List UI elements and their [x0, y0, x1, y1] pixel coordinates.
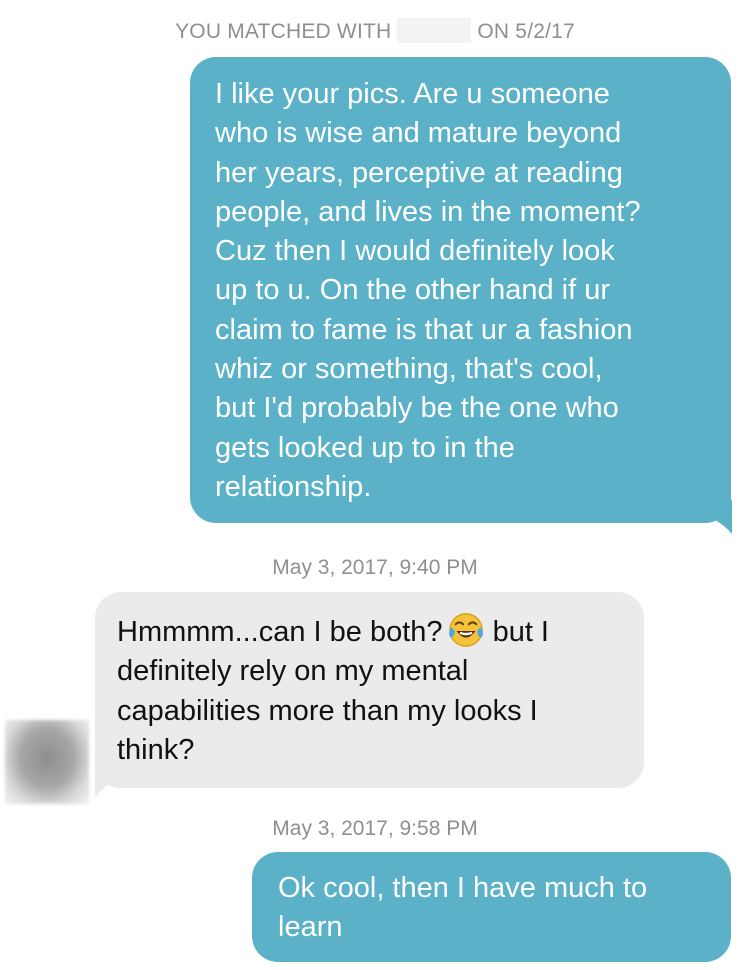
- message-text-line: up to u. On the other hand if ur: [215, 274, 610, 307]
- message-text-segment: Hmmmm...can I be both?: [117, 616, 443, 648]
- message-timestamp: May 3, 2017, 9:58 PM: [272, 817, 478, 840]
- message-text-line: Ok cool, then I have much to: [278, 872, 648, 904]
- outgoing-message-bubble[interactable]: Ok cool, then I have much to learn: [252, 852, 731, 962]
- face-with-tears-of-joy-icon: [448, 613, 483, 647]
- message-text-line: capabilities more than my looks I: [117, 694, 538, 727]
- message-text-line: who is wise and mature beyond: [215, 117, 622, 150]
- message-text-line: but I'd probably be the one who: [215, 392, 619, 425]
- outgoing-message-bubble[interactable]: I like your pics. Are u someone who is w…: [190, 57, 731, 523]
- redacted-match-name: [397, 18, 472, 43]
- match-header-suffix: ON 5/2/17: [477, 20, 575, 43]
- message-text-line: learn: [278, 911, 343, 944]
- message-text-line: Hmmmm...can I be both? but I: [117, 611, 624, 652]
- message-text-line: Cuz then I would definitely look: [215, 235, 615, 268]
- match-avatar[interactable]: [5, 720, 89, 804]
- match-header-prefix: YOU MATCHED WITH: [175, 20, 392, 43]
- message-text-segment: but I: [492, 616, 549, 648]
- message-text-line: relationship.: [215, 470, 372, 503]
- message-text-line: definitely rely on my mental: [117, 655, 469, 688]
- message-text-line: think?: [117, 733, 195, 766]
- message-timestamp: May 3, 2017, 9:40 PM: [272, 556, 478, 579]
- message-text-line: I like your pics. Are u someone: [215, 78, 610, 110]
- message-text-line: gets looked up to in the: [215, 431, 515, 464]
- match-header: YOU MATCHED WITH ON 5/2/17: [0, 18, 750, 44]
- incoming-bubble-tail: [95, 764, 117, 798]
- message-text-line: whiz or something, that's cool,: [215, 353, 603, 386]
- outgoing-bubble-tail: [706, 500, 732, 534]
- incoming-message-bubble[interactable]: Hmmmm...can I be both? but I definitely …: [95, 592, 644, 788]
- message-text-line: claim to fame is that ur a fashion: [215, 313, 633, 346]
- message-text-line: people, and lives in the moment?: [215, 195, 641, 228]
- message-text-line: her years, perceptive at reading: [215, 156, 623, 189]
